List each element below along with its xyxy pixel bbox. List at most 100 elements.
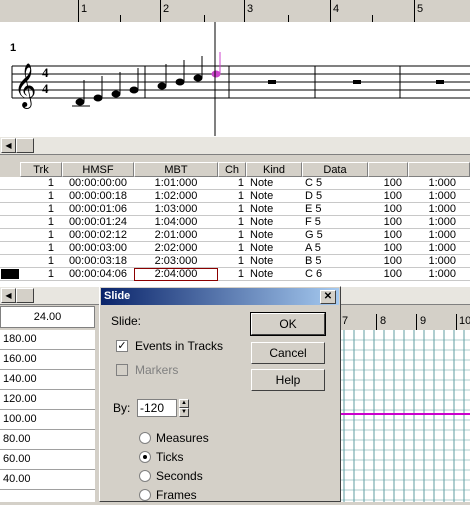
cell-kind[interactable]: Note — [250, 203, 300, 216]
cell-hmsf[interactable]: 00:00:03:18 — [62, 255, 134, 268]
cell-kind[interactable]: Note — [250, 190, 300, 203]
cell-velocity[interactable]: 100 — [368, 216, 402, 229]
cell-hmsf[interactable]: 00:00:03:00 — [62, 242, 134, 255]
cell-data[interactable]: B 5 — [305, 255, 365, 268]
scroll-left-arrow-icon[interactable]: ◀ — [1, 138, 16, 153]
spin-up-icon[interactable]: ▲ — [179, 399, 189, 408]
radio-seconds-label[interactable]: Seconds — [156, 469, 203, 483]
cell-duration[interactable]: 1:000 — [408, 203, 456, 216]
cell-hmsf[interactable]: 00:00:00:00 — [62, 177, 134, 190]
cell-hmsf[interactable]: 00:00:00:18 — [62, 190, 134, 203]
table-row[interactable]: 1 00:00:00:00 1:01:000 1 Note C 5 100 1:000 — [0, 177, 470, 190]
spin-down-icon[interactable]: ▼ — [179, 408, 189, 417]
col-ch[interactable]: Ch — [218, 162, 246, 177]
cell-velocity[interactable]: 100 — [368, 229, 402, 242]
markers-checkbox[interactable] — [116, 364, 128, 376]
cell-hmsf[interactable]: 00:00:04:06 — [62, 268, 134, 281]
col-mbt[interactable]: MBT — [134, 162, 218, 177]
cell-duration[interactable]: 1:000 — [408, 177, 456, 190]
radio-frames-label[interactable]: Frames — [156, 488, 197, 502]
table-row[interactable]: 1 00:00:00:18 1:02:000 1 Note D 5 100 1:000 — [0, 190, 470, 203]
table-row[interactable]: 1 00:00:03:18 2:03:000 1 Note B 5 100 1:000 — [0, 255, 470, 268]
cell-trk[interactable]: 1 — [20, 177, 54, 190]
cell-trk[interactable]: 1 — [20, 203, 54, 216]
cell-ch[interactable]: 1 — [218, 242, 244, 255]
col-hmsf[interactable]: HMSF — [62, 162, 134, 177]
table-row[interactable]: 1 00:00:04:06 2:04:000 1 Note C 6 100 1:000 — [0, 268, 470, 281]
cell-mbt[interactable]: 1:01:000 — [134, 177, 218, 190]
cell-velocity[interactable]: 100 — [368, 177, 402, 190]
cell-hmsf[interactable]: 00:00:01:24 — [62, 216, 134, 229]
cell-ch[interactable]: 1 — [218, 229, 244, 242]
cell-kind[interactable]: Note — [250, 216, 300, 229]
cell-kind[interactable]: Note — [250, 255, 300, 268]
cell-velocity[interactable]: 100 — [368, 190, 402, 203]
cell-data[interactable]: G 5 — [305, 229, 365, 242]
cell-hmsf[interactable]: 00:00:02:12 — [62, 229, 134, 242]
cell-mbt[interactable]: 2:04:000 — [134, 268, 218, 281]
table-row[interactable]: 1 00:00:01:24 1:04:000 1 Note F 5 100 1:000 — [0, 216, 470, 229]
close-icon[interactable]: ✕ — [320, 290, 336, 304]
radio-seconds[interactable] — [139, 470, 151, 482]
cell-trk[interactable]: 1 — [20, 255, 54, 268]
cell-ch[interactable]: 1 — [218, 268, 244, 281]
table-row[interactable]: 1 00:00:01:06 1:03:000 1 Note E 5 100 1:000 — [0, 203, 470, 216]
dialog-title-bar[interactable]: Slide ✕ — [101, 288, 339, 305]
cell-kind[interactable]: Note — [250, 242, 300, 255]
tempo-graph[interactable] — [340, 330, 470, 502]
cell-ch[interactable]: 1 — [218, 255, 244, 268]
cell-mbt[interactable]: 2:02:000 — [134, 242, 218, 255]
tempo-value[interactable]: 24.00 — [0, 306, 95, 328]
cell-duration[interactable]: 1:000 — [408, 190, 456, 203]
cell-duration[interactable]: 1:000 — [408, 255, 456, 268]
cell-data[interactable]: F 5 — [305, 216, 365, 229]
cell-mbt[interactable]: 2:01:000 — [134, 229, 218, 242]
cell-ch[interactable]: 1 — [218, 216, 244, 229]
cell-trk[interactable]: 1 — [20, 229, 54, 242]
cell-duration[interactable]: 1:000 — [408, 268, 456, 281]
table-row[interactable]: 1 00:00:03:00 2:02:000 1 Note A 5 100 1:000 — [0, 242, 470, 255]
cell-hmsf[interactable]: 00:00:01:06 — [62, 203, 134, 216]
events-in-tracks-label[interactable]: Events in Tracks — [135, 339, 223, 353]
cell-ch[interactable]: 1 — [218, 177, 244, 190]
col-trk[interactable]: Trk — [20, 162, 62, 177]
cell-kind[interactable]: Note — [250, 229, 300, 242]
cell-trk[interactable]: 1 — [20, 190, 54, 203]
col-kind[interactable]: Kind — [246, 162, 302, 177]
events-in-tracks-checkbox[interactable]: ✓ — [116, 340, 128, 352]
ok-button[interactable]: OK — [250, 312, 326, 336]
cell-kind[interactable]: Note — [250, 268, 300, 281]
cell-duration[interactable]: 1:000 — [408, 242, 456, 255]
cell-ch[interactable]: 1 — [218, 203, 244, 216]
cell-kind[interactable]: Note — [250, 177, 300, 190]
cancel-button[interactable]: Cancel — [251, 342, 325, 364]
col-blank-2[interactable] — [408, 162, 470, 177]
radio-frames[interactable] — [139, 489, 151, 501]
cell-mbt[interactable]: 2:03:000 — [134, 255, 218, 268]
cell-trk[interactable]: 1 — [20, 268, 54, 281]
cell-trk[interactable]: 1 — [20, 242, 54, 255]
cell-mbt[interactable]: 1:02:000 — [134, 190, 218, 203]
staff-hscrollbar[interactable]: ◀ — [0, 136, 470, 155]
event-list[interactable]: Trk HMSF MBT Ch Kind Data 1 00:00:00:00 1:… — [0, 162, 470, 286]
radio-ticks-label[interactable]: Ticks — [156, 450, 184, 464]
cell-data[interactable]: C 6 — [305, 268, 365, 281]
col-blank-1[interactable] — [368, 162, 408, 177]
cell-duration[interactable]: 1:000 — [408, 229, 456, 242]
cell-mbt[interactable]: 1:04:000 — [134, 216, 218, 229]
help-button[interactable]: Help — [251, 369, 325, 391]
tempo-ruler[interactable]: 7 8 9 10 — [340, 314, 470, 331]
cell-velocity[interactable]: 100 — [368, 255, 402, 268]
cell-data[interactable]: D 5 — [305, 190, 365, 203]
cell-data[interactable]: A 5 — [305, 242, 365, 255]
by-amount-spinner[interactable]: ▲ ▼ — [179, 399, 189, 417]
radio-measures-label[interactable]: Measures — [156, 431, 209, 445]
cell-mbt[interactable]: 1:03:000 — [134, 203, 218, 216]
radio-measures[interactable] — [139, 432, 151, 444]
cell-velocity[interactable]: 100 — [368, 242, 402, 255]
col-data[interactable]: Data — [302, 162, 368, 177]
table-row[interactable]: 1 00:00:02:12 2:01:000 1 Note G 5 100 1:000 — [0, 229, 470, 242]
cell-duration[interactable]: 1:000 — [408, 216, 456, 229]
cell-trk[interactable]: 1 — [20, 216, 54, 229]
staff-canvas[interactable]: 1 𝄞 4 4 — [0, 22, 470, 136]
